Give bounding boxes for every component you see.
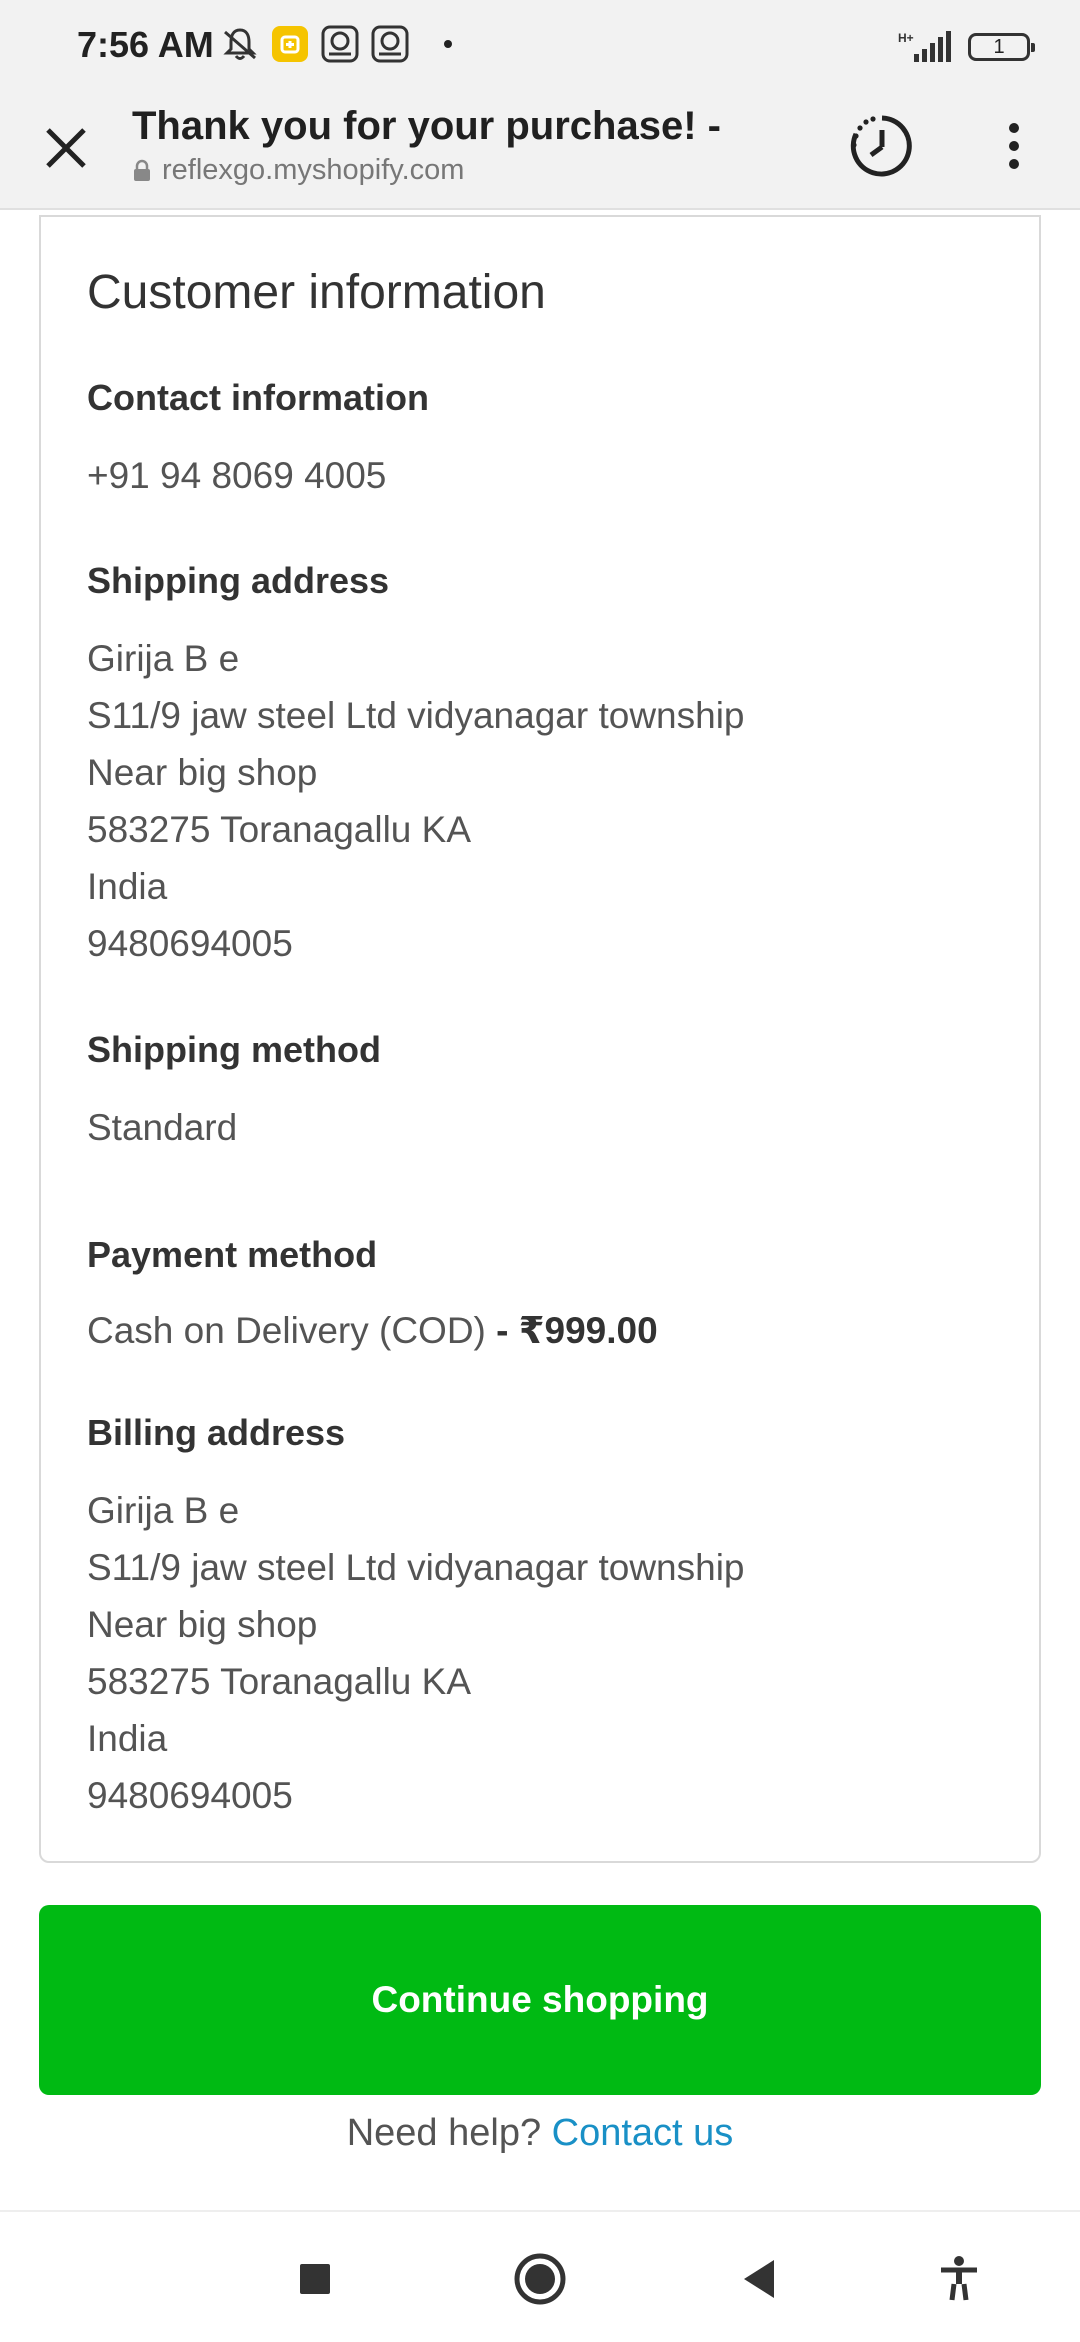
address-line: 583275 Toranagallu KA (87, 809, 472, 850)
card-title: Customer information (87, 266, 546, 319)
address-line: S11/9 jaw steel Ltd vidyanagar township (87, 1547, 745, 1588)
payment-method-block: Cash on Delivery (COD) - ₹999.00 (87, 1302, 658, 1359)
contact-heading: Contact information (87, 377, 429, 418)
signal-icon: H+ (898, 31, 951, 62)
close-icon[interactable] (36, 118, 96, 178)
url-row: reflexgo.myshopify.com (132, 154, 464, 187)
more-vert-icon[interactable] (994, 116, 1034, 176)
shipping-method-value: Standard (87, 1107, 238, 1148)
shipping-address-block: Girija B e S11/9 jaw steel Ltd vidyanaga… (87, 630, 745, 972)
contact-phone-value: +91 94 8069 4005 (87, 455, 387, 496)
page-content: Customer information Contact information… (0, 210, 1080, 2210)
history-icon[interactable] (846, 110, 918, 182)
shipping-address-heading: Shipping address (87, 560, 390, 601)
address-line: 9480694005 (87, 923, 293, 964)
custom-tab-toolbar: Thank you for your purchase! - reflexgo.… (0, 96, 1080, 210)
payment-amount: - ₹999.00 (485, 1310, 658, 1351)
contact-us-link[interactable]: Contact us (552, 2112, 734, 2154)
back-triangle-icon[interactable] (734, 2252, 788, 2306)
billing-address-heading: Billing address (87, 1412, 346, 1453)
address-line: India (87, 866, 168, 907)
app-notification-icon (272, 26, 308, 62)
recents-square-icon[interactable] (288, 2252, 342, 2306)
battery-level: 1 (993, 36, 1005, 58)
system-navigation-bar (0, 2210, 1080, 2342)
status-notification-icons (220, 24, 452, 64)
network-type-label: H+ (898, 31, 914, 45)
shipping-method-heading: Shipping method (87, 1029, 381, 1070)
address-line: Near big shop (87, 752, 318, 793)
lock-icon (134, 159, 150, 181)
status-time: 7:56 AM (77, 24, 214, 65)
more-notifications-dot (444, 40, 452, 48)
page-title: Thank you for your purchase! - (132, 104, 721, 148)
help-text: Need help? (346, 2112, 552, 2154)
app-notification-icon (371, 25, 409, 63)
contact-phone: +91 94 8069 4005 (87, 447, 386, 504)
address-line: Girija B e (87, 1490, 240, 1531)
status-system-icons: H+ 1 (896, 30, 1035, 64)
address-line: Near big shop (87, 1604, 318, 1645)
accessibility-icon[interactable] (932, 2252, 986, 2306)
battery-icon: 1 (968, 33, 1035, 61)
payment-method-row: Cash on Delivery (COD) - ₹999.00 (87, 1302, 658, 1359)
address-line: 583275 Toranagallu KA (87, 1661, 472, 1702)
address-line: S11/9 jaw steel Ltd vidyanagar township (87, 695, 745, 736)
app-notification-icon (321, 25, 359, 63)
payment-method-value: Cash on Delivery (COD) (87, 1310, 486, 1351)
help-row: Need help? Contact us (0, 2112, 1080, 2155)
status-bar: 7:56 AM H+ 1 (0, 0, 1080, 96)
shipping-method-block: Standard (87, 1099, 237, 1156)
customer-information-card: Customer information Contact information… (39, 215, 1041, 1863)
home-circle-icon[interactable] (513, 2252, 567, 2306)
continue-shopping-button[interactable]: Continue shopping (39, 1905, 1041, 2095)
mute-icon (223, 28, 257, 60)
page-url[interactable]: reflexgo.myshopify.com (162, 154, 464, 187)
billing-address-block: Girija B e S11/9 jaw steel Ltd vidyanaga… (87, 1482, 745, 1824)
payment-method-heading: Payment method (87, 1234, 378, 1275)
address-line: 9480694005 (87, 1775, 293, 1816)
address-line: Girija B e (87, 638, 240, 679)
address-line: India (87, 1718, 168, 1759)
